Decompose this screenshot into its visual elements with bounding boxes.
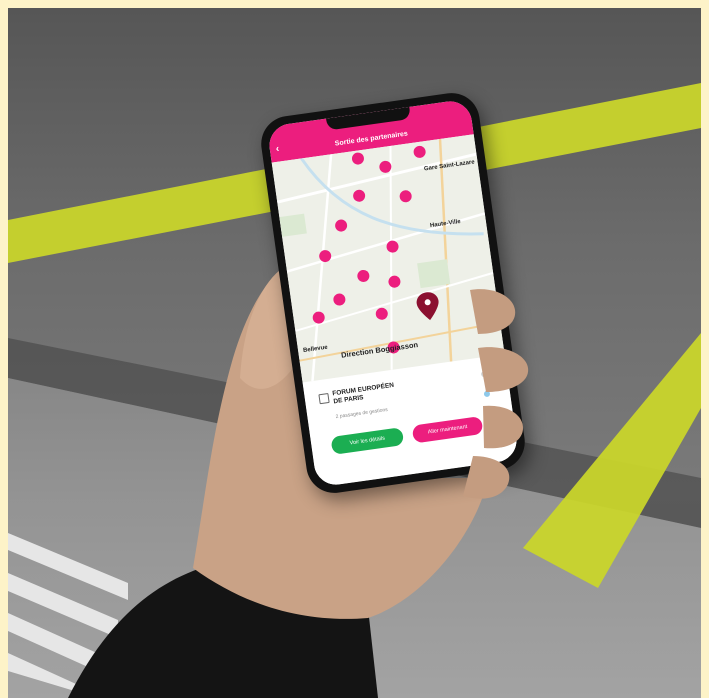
back-arrow-icon[interactable]: ‹ xyxy=(275,142,289,156)
phone-screen: ‹ Sortie des partenaires Gare Saint-Laza… xyxy=(266,98,520,488)
photo-frame: ‹ Sortie des partenaires Gare Saint-Laza… xyxy=(8,8,701,698)
poi-subtitle: 2 passages de gestions xyxy=(335,406,389,421)
map-view[interactable]: Gare Saint-Lazare Haute-Ville Bellevue D… xyxy=(271,134,505,383)
poi-checkbox[interactable] xyxy=(318,392,330,405)
go-now-button[interactable]: Aller maintenant xyxy=(411,415,484,444)
info-icon[interactable] xyxy=(480,370,488,378)
poi-name: FORUM EUROPÉEN DE PARIS xyxy=(331,381,395,406)
location-icon[interactable] xyxy=(483,390,491,398)
details-button[interactable]: Voir les détails xyxy=(330,427,405,455)
